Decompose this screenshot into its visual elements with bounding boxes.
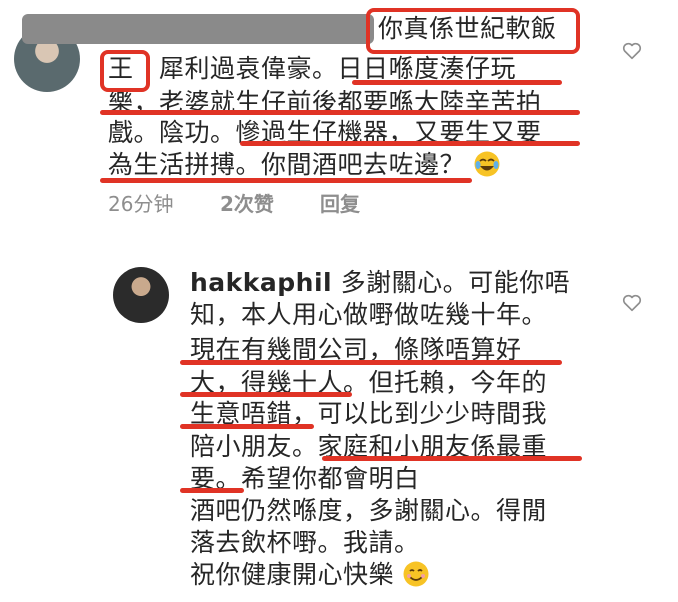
comment-text-line: 為生活拼搏。你間酒吧去咗邊？: [108, 148, 501, 182]
annotation-underline: [180, 392, 352, 397]
highlight-box: [366, 8, 580, 54]
comment-text-segment: 祝你健康開心快樂: [190, 560, 395, 589]
highlight-box: [100, 50, 150, 92]
username[interactable]: hakkaphil: [190, 268, 332, 297]
comment-text-segment: 多謝關心。可能你唔: [340, 268, 571, 297]
annotation-underline: [180, 488, 244, 493]
comment-text-line: 落去飲杯嘢。我請。: [190, 528, 420, 557]
annotation-underline: [352, 80, 562, 85]
comment-text-line: 祝你健康開心快樂: [190, 558, 430, 592]
comment-text-line: 酒吧仍然喺度，多謝關心。得閒: [190, 496, 548, 525]
comment-text-segment: 為生活拼搏。你間酒吧去咗邊？: [108, 150, 466, 179]
smiling-face-emoji: [403, 561, 429, 587]
comment-text-line: 知，本人用心做嘢做咗幾十年。: [190, 300, 548, 329]
timestamp: 26分钟: [108, 192, 174, 216]
avatar[interactable]: [113, 267, 169, 323]
reply-button[interactable]: 回复: [320, 188, 360, 217]
annotation-underline: [322, 456, 582, 461]
annotation-underline: [180, 424, 314, 429]
annotation-underline: [180, 360, 562, 365]
redacted-username: [22, 14, 374, 44]
heart-icon[interactable]: [621, 40, 643, 62]
annotation-underline: [100, 178, 472, 183]
annotation-underline: [240, 141, 580, 146]
tears-of-joy-emoji: [474, 151, 500, 177]
annotation-underline: [100, 110, 580, 115]
like-count[interactable]: 2次赞: [220, 188, 274, 217]
comment-text-line: hakkaphil 多謝關心。可能你唔: [190, 266, 570, 300]
heart-icon[interactable]: [621, 292, 643, 314]
